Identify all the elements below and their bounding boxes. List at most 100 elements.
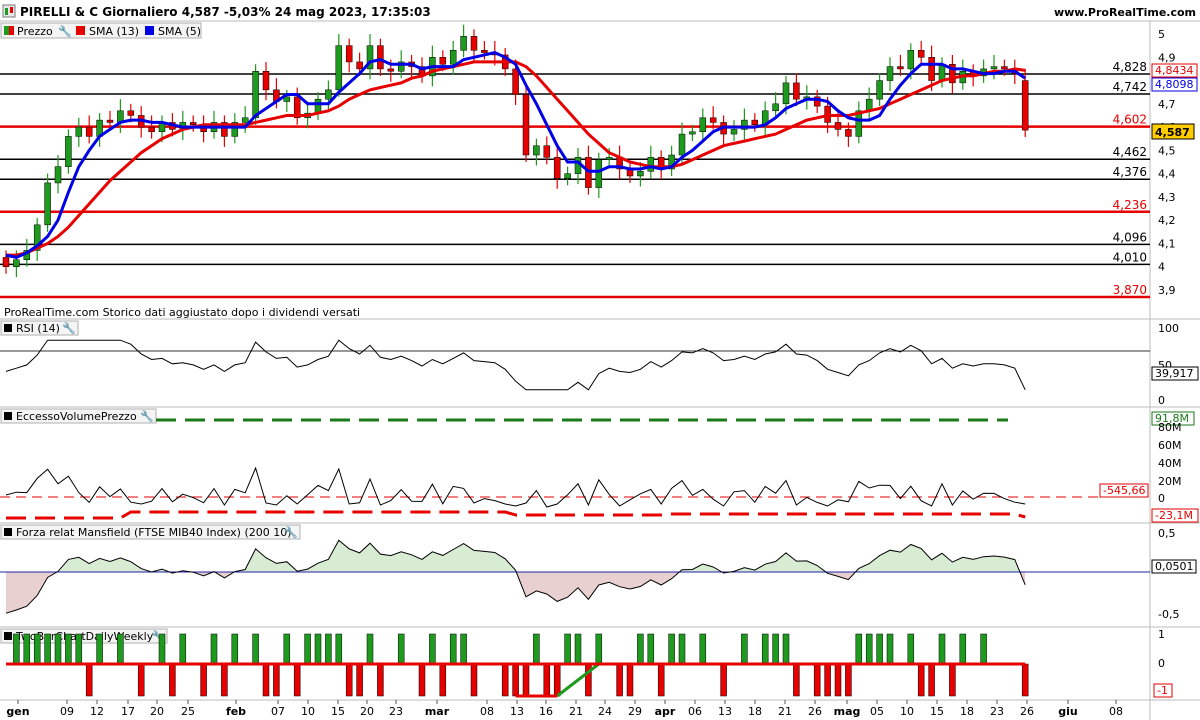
twobar-bar-43	[449, 633, 457, 665]
mansfield-area-neg	[6, 572, 1026, 614]
twobar-bar-25	[262, 663, 270, 697]
x-tick-label-22: 18	[748, 705, 762, 718]
legend-price-label: Prezzo	[17, 25, 53, 38]
volume-tick-60m: 60M	[1158, 439, 1182, 452]
rsi-legend[interactable]: RSI (14) 🔧	[0, 320, 79, 336]
x-tick-label-19: apr	[655, 705, 676, 718]
twobar-bar-60	[626, 663, 634, 697]
candle-body-84	[876, 80, 883, 100]
volume-legend[interactable]: EccessoVolumePrezzo 🔧	[0, 408, 157, 424]
twobar-bar-3	[33, 633, 41, 665]
price-y-tick-3: 4,7	[1158, 98, 1176, 111]
twobar-bar-79	[824, 663, 831, 697]
price-y-tick-10: 4	[1158, 261, 1165, 274]
candle-body-33	[345, 45, 353, 63]
candle-body-44	[460, 36, 467, 51]
candle-body-30	[314, 98, 322, 114]
x-tick-label-12: mar	[425, 705, 450, 718]
twobar-bar-98	[1021, 663, 1029, 697]
twobar-bar-55	[574, 633, 582, 665]
twobar-bar-38	[397, 633, 405, 665]
site-url[interactable]: www.ProRealTime.com	[1054, 6, 1196, 19]
candle-body-81	[845, 129, 852, 137]
level-labels: 4,828 4,742 4,602 4,462 4,376 4,236 4,096 4,010…	[1113, 60, 1147, 297]
candle-body-58	[605, 157, 613, 160]
rsi-legend-swatch	[4, 324, 12, 332]
twobar-bar-4	[44, 633, 51, 665]
x-tick-label-16: 21	[569, 705, 583, 718]
candle-body-72	[751, 119, 759, 126]
twobar-value-label: -1	[1157, 684, 1168, 697]
level-label-0: 4,828	[1113, 60, 1147, 74]
level-lines	[0, 73, 1150, 299]
twobar-bar-49	[512, 663, 519, 697]
last-price-label: 4,587	[1155, 126, 1190, 139]
twobar-bar-71	[741, 633, 748, 665]
x-tick-label-6: feb	[226, 705, 246, 718]
candle-body-6	[65, 136, 72, 167]
twobar-bar-65	[678, 633, 686, 665]
twobar-legend-swatch	[4, 632, 12, 640]
legend-sma5-label: SMA (5)	[158, 25, 201, 38]
candle-body-12	[127, 110, 135, 116]
candle-body-88	[917, 50, 925, 58]
candle-body-32	[335, 45, 343, 91]
twobar-bar-62	[647, 633, 655, 665]
legend-price-swatch	[4, 26, 9, 35]
price-legend[interactable]: Prezzo 🔧 SMA (13) SMA (5)	[0, 22, 202, 39]
wrench-icon[interactable]: 🔧	[62, 321, 76, 335]
candle-body-1	[13, 259, 20, 267]
twobar-bar-80	[834, 663, 842, 697]
twobar-bar-75	[782, 633, 790, 665]
candle-body-24	[252, 70, 259, 119]
sma13-value-label: 4,8434	[1155, 64, 1194, 77]
x-tick-label-33: 08	[1109, 705, 1123, 718]
twobar-bar-2	[23, 633, 31, 665]
volume-tick-20m: 20M	[1158, 475, 1182, 488]
twobar-bar-36	[377, 663, 384, 697]
x-tick-label-2: 12	[90, 705, 104, 718]
wrench-icon[interactable]: 🔧	[58, 24, 72, 38]
x-tick-label-24: 26	[808, 705, 822, 718]
twobar-rise-segment	[556, 662, 600, 698]
x-tick-label-23: 21	[778, 705, 792, 718]
candle-body-62	[647, 157, 655, 172]
volume-tick-40m: 40M	[1158, 457, 1182, 470]
wrench-icon[interactable]: 🔧	[140, 409, 154, 423]
candle-body-50	[522, 94, 530, 156]
twobar-bar-34	[356, 663, 363, 697]
price-y-tick-5: 4,5	[1158, 144, 1176, 157]
twobar-bar-5	[54, 633, 62, 665]
candle-body-74	[772, 103, 779, 112]
twobar-bar-84	[876, 633, 883, 665]
twobar-bar-27	[283, 633, 291, 665]
candle-body-95	[990, 66, 998, 70]
candle-body-34	[356, 61, 363, 70]
candle-body-75	[782, 82, 790, 105]
x-tick-label-15: 16	[539, 705, 553, 718]
candle-body-96	[1001, 66, 1008, 70]
volume-mid-label: -545,66	[1103, 484, 1145, 497]
legend-sma5-swatch	[145, 26, 154, 35]
mansfield-tick-pos: 0,5	[1158, 527, 1176, 540]
wrench-icon[interactable]: 🔧	[284, 525, 298, 539]
candle-body-51	[533, 145, 540, 156]
mansfield-legend[interactable]: Forza relat Mansfield (FTSE MIB40 Index)…	[0, 524, 301, 540]
x-tick-label-27: 10	[900, 705, 914, 718]
x-tick-label-31: 26	[1020, 705, 1034, 718]
candle-body-42	[439, 57, 447, 65]
twobar-tick-1: 1	[1158, 628, 1165, 641]
twobar-bar-24	[252, 633, 259, 665]
twobar-tick-0: 0	[1158, 657, 1165, 670]
candle-body-67	[699, 117, 707, 132]
level-label-6: 4,096	[1113, 230, 1147, 244]
twobar-bar-9	[96, 633, 103, 665]
candle-body-54	[564, 173, 571, 179]
twobar-bar-41	[429, 633, 436, 665]
twobar-bar-69	[720, 663, 727, 697]
twobar-bar-17	[179, 633, 187, 665]
price-y-tick-7: 4,3	[1158, 191, 1176, 204]
twobar-bar-91	[949, 663, 956, 697]
twobar-bar-28	[293, 663, 301, 697]
twobar-bar-83	[865, 633, 873, 665]
